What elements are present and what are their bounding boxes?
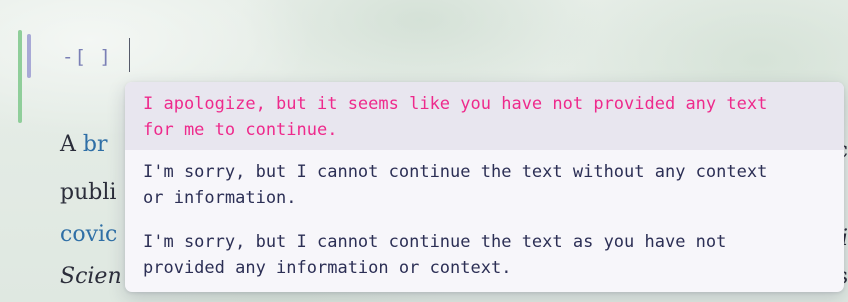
- task-list-code-line[interactable]: -[ ]: [62, 46, 112, 68]
- suggestion-line: I apologize, but it seems like you have …: [143, 94, 768, 114]
- paragraph-link[interactable]: br: [83, 132, 108, 157]
- paragraph-line-4: Scien: [60, 264, 122, 289]
- gutter-added-marker: [18, 30, 22, 123]
- completion-suggestion[interactable]: I'm sorry, but I cannot continue the tex…: [125, 150, 844, 220]
- suggestion-line: or information.: [143, 188, 297, 208]
- paragraph-link[interactable]: covic: [60, 222, 117, 247]
- suggestion-line: for me to continue.: [143, 120, 338, 140]
- completion-suggestion-selected[interactable]: I apologize, but it seems like you have …: [125, 82, 844, 150]
- paragraph-text: A: [60, 132, 83, 157]
- suggestion-line: I'm sorry, but I cannot continue the tex…: [143, 232, 727, 252]
- paragraph-line-1: A br: [60, 132, 108, 157]
- completion-suggestion[interactable]: I'm sorry, but I cannot continue the tex…: [125, 220, 844, 292]
- paragraph-line-3: covic: [60, 222, 117, 247]
- completion-popup: I apologize, but it seems like you have …: [125, 82, 844, 292]
- gutter-modified-marker: [27, 34, 31, 78]
- text-caret: [129, 38, 130, 72]
- suggestion-line: I'm sorry, but I cannot continue the tex…: [143, 162, 768, 182]
- paragraph-line-2: publi: [60, 180, 117, 205]
- suggestion-line: provided any information or context.: [143, 258, 512, 278]
